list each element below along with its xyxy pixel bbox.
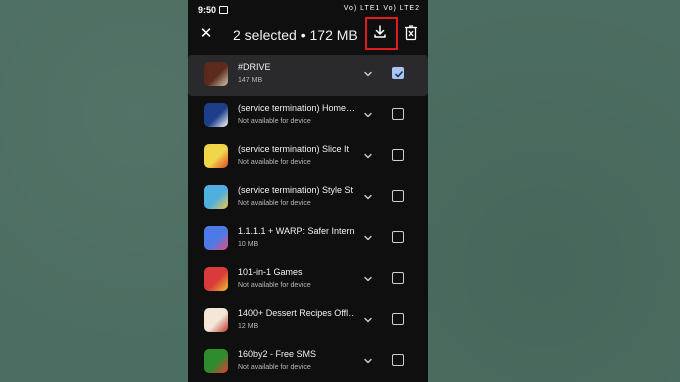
phone-screen: 9:50 Vo) LTE1 Vo) LTE2 ✕ 2 selected • 17… xyxy=(188,0,428,382)
app-icon xyxy=(204,103,228,127)
check-icon xyxy=(394,70,404,78)
app-name: 1400+ Dessert Recipes Offl… xyxy=(238,308,354,318)
status-signal: Vo) LTE1 Vo) LTE2 xyxy=(343,5,420,12)
chevron-down-icon[interactable] xyxy=(363,356,373,366)
app-icon xyxy=(204,349,228,373)
close-icon[interactable]: ✕ xyxy=(198,26,214,42)
app-icon xyxy=(204,226,228,250)
status-time: 9:50 xyxy=(198,5,217,15)
app-name: 101-in-1 Games xyxy=(238,267,303,277)
app-icon xyxy=(204,308,228,332)
app-detail: Not available for device xyxy=(238,282,311,289)
chevron-down-icon[interactable] xyxy=(363,233,373,243)
app-icon xyxy=(204,267,228,291)
app-name: (service termination) Style St xyxy=(238,185,354,195)
app-row[interactable]: 101-in-1 Games Not available for device xyxy=(188,260,428,301)
delete-icon[interactable] xyxy=(404,25,418,41)
app-detail: Not available for device xyxy=(238,118,311,125)
app-icon xyxy=(204,144,228,168)
app-row[interactable]: (service termination) Slice It Not avail… xyxy=(188,137,428,178)
app-name: 1.1.1.1 + WARP: Safer Internet xyxy=(238,226,354,236)
select-checkbox[interactable] xyxy=(392,108,404,120)
app-name: #DRIVE xyxy=(238,62,271,72)
app-name: (service termination) Home… xyxy=(238,103,354,113)
chevron-down-icon[interactable] xyxy=(363,274,373,284)
app-detail: Not available for device xyxy=(238,364,311,371)
selection-summary: 2 selected • 172 MB xyxy=(233,27,358,43)
select-checkbox[interactable] xyxy=(392,313,404,325)
download-icon[interactable] xyxy=(372,24,388,40)
app-icon xyxy=(204,62,228,86)
select-checkbox[interactable] xyxy=(392,190,404,202)
selection-app-bar: ✕ 2 selected • 172 MB xyxy=(188,17,428,50)
select-checkbox[interactable] xyxy=(392,272,404,284)
select-checkbox[interactable] xyxy=(392,231,404,243)
image-notification-icon xyxy=(219,6,228,14)
chevron-down-icon[interactable] xyxy=(363,315,373,325)
app-detail: Not available for device xyxy=(238,200,311,207)
chevron-down-icon[interactable] xyxy=(363,69,373,79)
app-detail: 147 MB xyxy=(238,77,263,84)
app-list: #DRIVE 147 MB (service termination) Home… xyxy=(188,55,428,382)
chevron-down-icon[interactable] xyxy=(363,192,373,202)
chevron-down-icon[interactable] xyxy=(363,151,373,161)
app-row[interactable]: 1400+ Dessert Recipes Offl… 12 MB xyxy=(188,301,428,342)
app-name: 160by2 - Free SMS xyxy=(238,349,317,359)
select-checkbox[interactable] xyxy=(392,149,404,161)
app-name: (service termination) Slice It xyxy=(238,144,350,154)
app-detail: 10 MB xyxy=(238,241,259,248)
app-row[interactable]: (service termination) Style St Not avail… xyxy=(188,178,428,219)
app-row[interactable]: (service termination) Home… Not availabl… xyxy=(188,96,428,137)
app-detail: Not available for device xyxy=(238,159,311,166)
select-checkbox[interactable] xyxy=(392,354,404,366)
app-row[interactable]: 1.1.1.1 + WARP: Safer Internet 10 MB xyxy=(188,219,428,260)
select-checkbox[interactable] xyxy=(392,67,404,79)
app-row[interactable]: #DRIVE 147 MB xyxy=(188,55,428,96)
app-detail: 12 MB xyxy=(238,323,259,330)
chevron-down-icon[interactable] xyxy=(363,110,373,120)
app-icon xyxy=(204,185,228,209)
app-row[interactable]: 160by2 - Free SMS Not available for devi… xyxy=(188,342,428,382)
